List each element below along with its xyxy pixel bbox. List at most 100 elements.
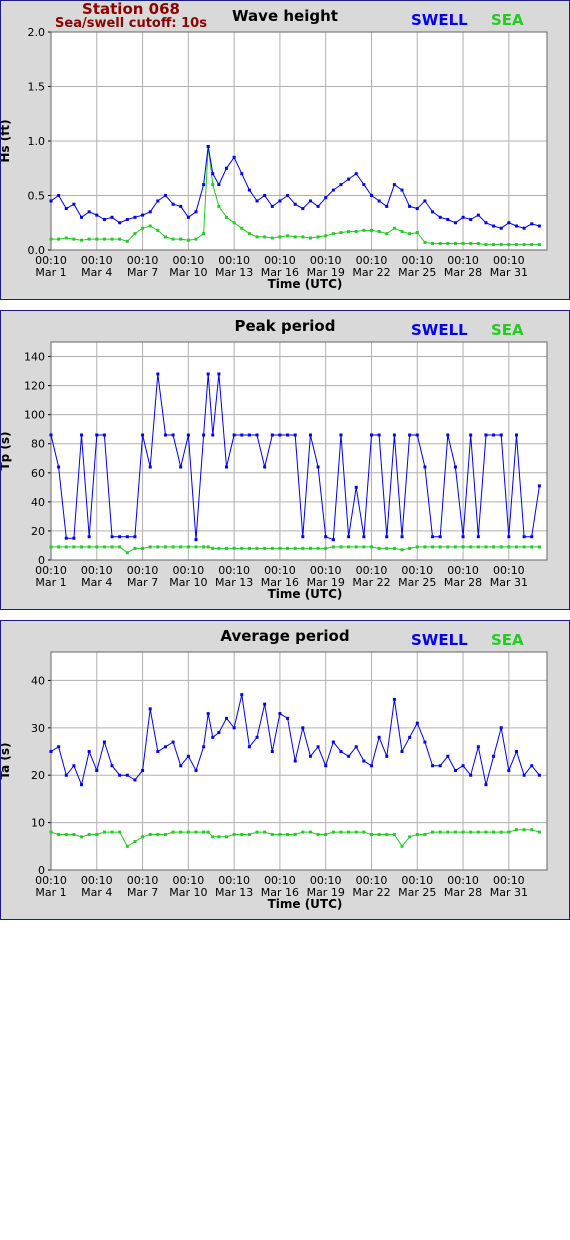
data-point-swell xyxy=(537,773,541,777)
data-point-sea xyxy=(408,232,412,236)
data-point-sea xyxy=(171,237,175,241)
data-point-swell xyxy=(507,221,511,225)
data-point-swell xyxy=(476,745,480,749)
data-point-sea xyxy=(308,546,312,550)
x-axis-label: Time (UTC) xyxy=(267,277,343,291)
data-point-sea xyxy=(49,545,53,549)
data-point-sea xyxy=(392,226,396,230)
data-point-sea xyxy=(362,830,366,834)
data-point-sea xyxy=(507,243,511,247)
data-point-swell xyxy=(362,535,366,539)
data-point-sea xyxy=(80,238,84,242)
data-point-swell xyxy=(316,465,320,469)
data-point-sea xyxy=(95,237,99,241)
data-point-sea xyxy=(438,241,442,245)
data-point-sea xyxy=(514,828,518,832)
data-point-sea xyxy=(408,835,412,839)
data-point-swell xyxy=(423,199,427,203)
data-point-sea xyxy=(64,545,68,549)
data-point-sea xyxy=(202,545,206,549)
data-point-swell xyxy=(133,778,137,782)
data-point-sea xyxy=(179,545,183,549)
data-point-sea xyxy=(171,830,175,834)
data-point-swell xyxy=(339,750,343,754)
x-axis-label: Time (UTC) xyxy=(267,897,343,911)
data-point-sea xyxy=(507,830,511,834)
data-point-sea xyxy=(293,546,297,550)
data-point-sea xyxy=(316,235,320,239)
y-tick-label: 140 xyxy=(24,351,45,364)
data-point-sea xyxy=(278,235,282,239)
data-point-sea xyxy=(415,545,419,549)
data-point-swell xyxy=(72,202,76,206)
data-point-swell xyxy=(87,750,91,754)
data-point-sea xyxy=(347,545,351,549)
data-point-swell xyxy=(211,735,215,739)
data-point-sea xyxy=(392,832,396,836)
data-point-sea xyxy=(331,830,335,834)
data-point-swell xyxy=(308,199,312,203)
data-point-sea xyxy=(247,546,251,550)
data-point-sea xyxy=(247,832,251,836)
data-point-sea xyxy=(514,545,518,549)
data-point-sea xyxy=(141,835,145,839)
y-tick-label: 0.5 xyxy=(28,190,46,203)
data-point-swell xyxy=(125,217,129,221)
data-point-swell xyxy=(469,773,473,777)
data-point-sea xyxy=(522,545,526,549)
data-point-sea xyxy=(110,237,114,241)
data-point-sea xyxy=(156,832,160,836)
data-point-sea xyxy=(156,228,160,232)
data-point-sea xyxy=(354,229,358,233)
data-point-sea xyxy=(64,236,68,240)
data-point-swell xyxy=(446,217,450,221)
data-point-swell xyxy=(247,745,251,749)
data-point-swell xyxy=(408,204,412,208)
data-point-sea xyxy=(331,545,335,549)
data-point-sea xyxy=(431,241,435,245)
data-point-sea xyxy=(362,545,366,549)
data-point-swell xyxy=(377,199,381,203)
data-point-swell xyxy=(247,433,251,437)
data-point-sea xyxy=(400,548,404,552)
data-point-swell xyxy=(446,433,450,437)
wave-height-panel: 0.0 0.5 1.0 1.5 2.0 00:10 Mar 1 00:10 Mar 4 00:10… xyxy=(0,0,570,300)
data-point-swell xyxy=(476,535,480,539)
data-point-swell xyxy=(438,215,442,219)
data-point-swell xyxy=(316,204,320,208)
data-point-sea xyxy=(270,236,274,240)
data-point-swell xyxy=(369,194,373,197)
data-point-sea xyxy=(217,835,221,839)
data-point-swell xyxy=(64,773,68,777)
data-point-swell xyxy=(57,745,61,749)
data-point-swell xyxy=(270,750,274,754)
data-point-sea xyxy=(225,215,229,219)
data-point-sea xyxy=(57,832,61,836)
legend-swell: SWELL xyxy=(411,631,468,649)
data-point-swell xyxy=(415,721,419,725)
y-tick-label: 40 xyxy=(31,674,45,687)
data-point-sea xyxy=(194,545,198,549)
data-point-swell xyxy=(286,716,290,720)
data-point-sea xyxy=(385,546,389,550)
data-point-swell xyxy=(400,750,404,754)
data-point-swell xyxy=(141,213,145,217)
data-point-swell xyxy=(537,224,541,228)
data-point-sea xyxy=(293,832,297,836)
data-point-sea xyxy=(255,235,259,239)
data-point-sea xyxy=(492,545,496,549)
data-point-sea xyxy=(286,546,290,550)
data-point-swell xyxy=(110,764,114,768)
data-point-sea xyxy=(377,546,381,550)
legend-swell: SWELL xyxy=(411,321,468,339)
data-point-sea xyxy=(453,830,457,834)
data-point-swell xyxy=(186,754,190,758)
data-point-swell xyxy=(377,433,381,437)
data-point-sea xyxy=(484,243,488,247)
data-point-sea xyxy=(400,844,404,848)
data-point-sea xyxy=(194,237,198,241)
data-point-swell xyxy=(530,222,534,226)
y-axis-label: Tp (s) xyxy=(0,431,12,471)
data-point-swell xyxy=(225,465,229,469)
y-tick-label: 100 xyxy=(24,409,45,422)
